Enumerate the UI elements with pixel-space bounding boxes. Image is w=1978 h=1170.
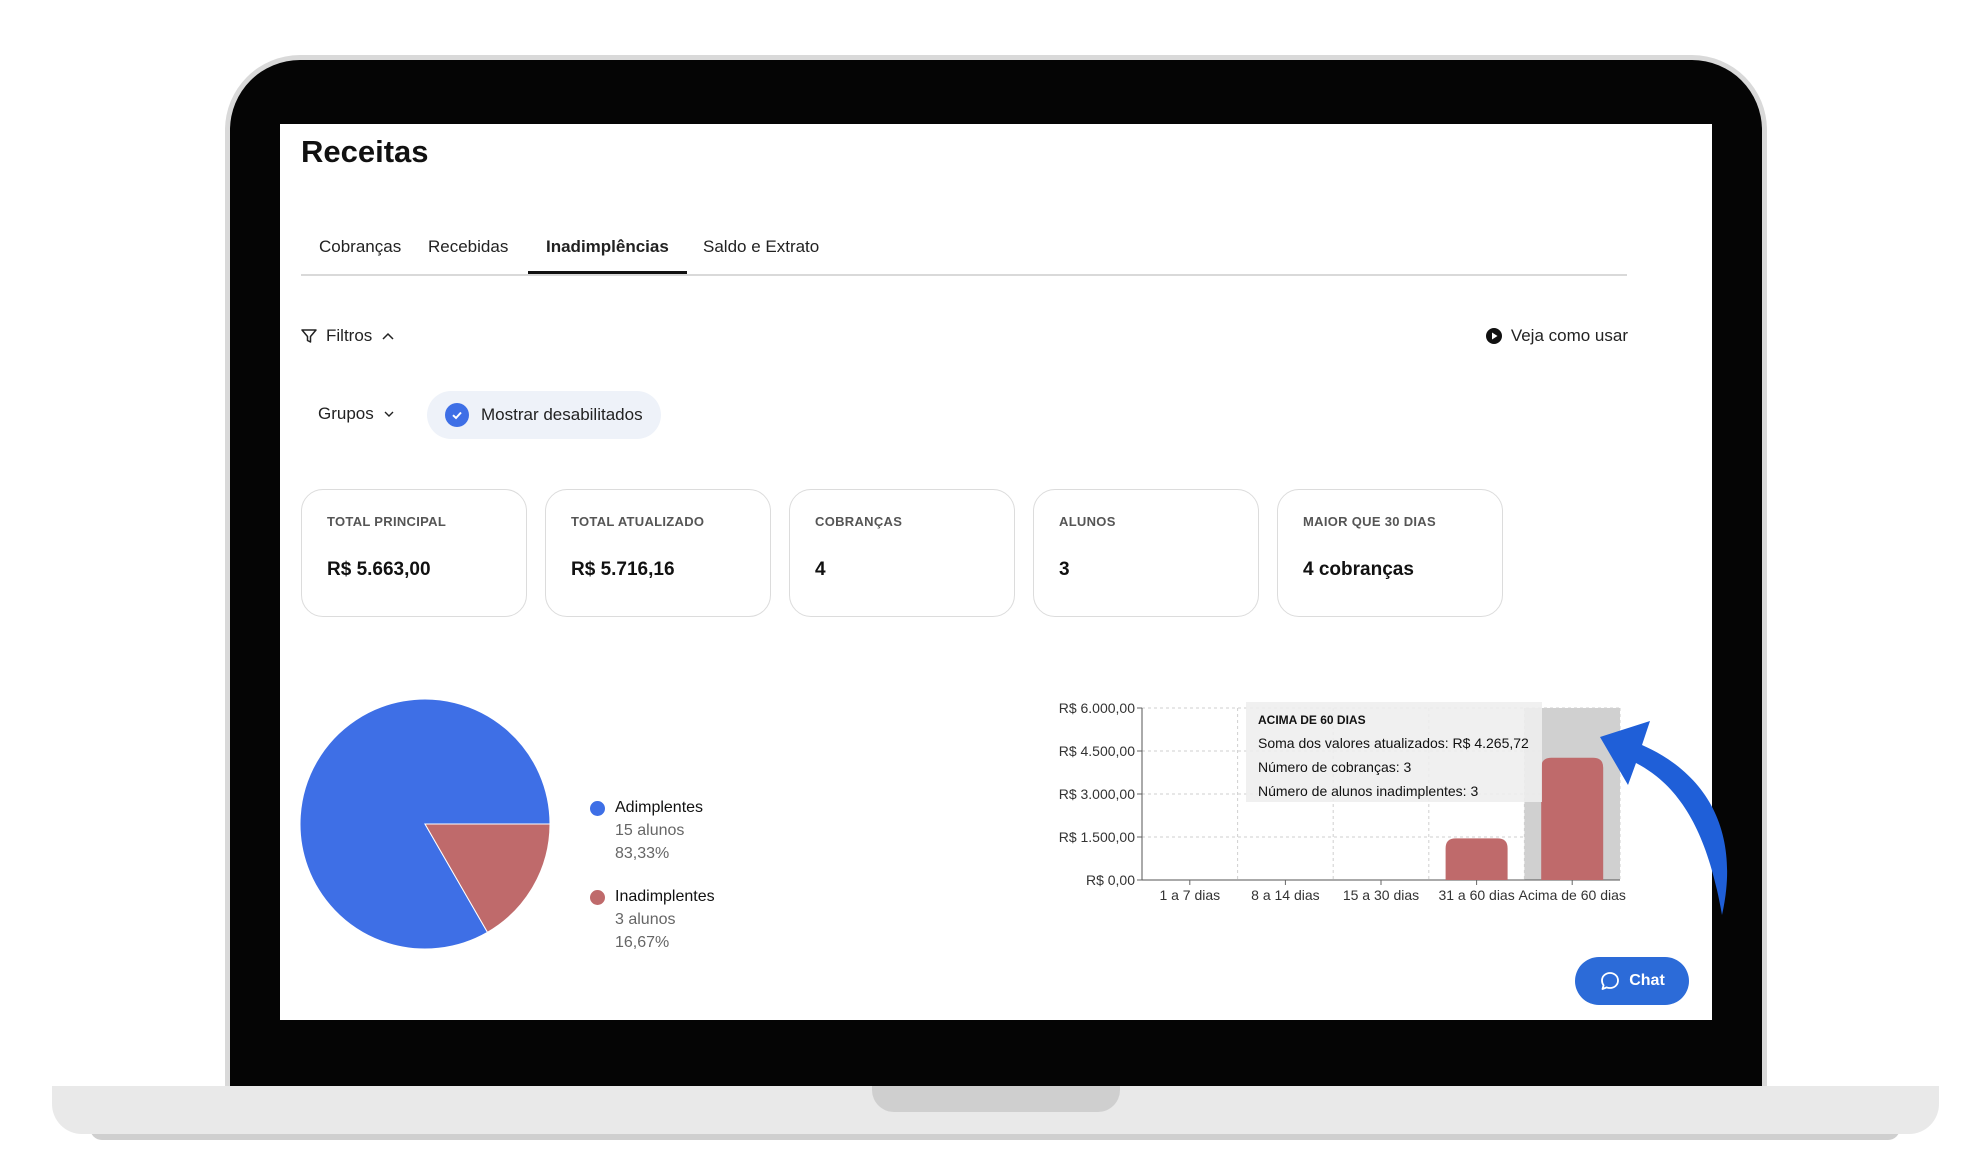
card-label: MAIOR QUE 30 DIAS	[1303, 514, 1436, 529]
show-disabled-label: Mostrar desabilitados	[481, 405, 643, 424]
filter-icon	[301, 329, 317, 343]
groups-label: Grupos	[318, 404, 374, 423]
tooltip-line: Número de alunos inadimplentes: 3	[1258, 783, 1479, 799]
legend-item-adimplentes: Adimplentes 15 alunos 83,33%	[590, 796, 715, 865]
filters-label: Filtros	[326, 326, 373, 345]
chat-label: Chat	[1629, 972, 1665, 989]
tab-cobrancas[interactable]: Cobranças	[301, 230, 419, 274]
y-tick-label: R$ 1.500,00	[1059, 829, 1135, 845]
tooltip-line: Soma dos valores atualizados: R$ 4.265,7…	[1258, 735, 1529, 751]
legend-name: Inadimplentes	[615, 888, 715, 905]
pie-legend: Adimplentes 15 alunos 83,33% Inadimplent…	[590, 796, 715, 974]
card-value: 3	[1059, 559, 1070, 580]
chevron-up-icon	[382, 332, 394, 340]
card-label: TOTAL ATUALIZADO	[571, 514, 705, 529]
legend-percent: 16,67%	[615, 934, 670, 951]
legend-count: 3 alunos	[615, 911, 676, 928]
card-label: TOTAL PRINCIPAL	[327, 514, 447, 529]
help-link-label: Veja como usar	[1510, 326, 1628, 345]
card-label: COBRANÇAS	[815, 514, 903, 529]
tab-recebidas[interactable]: Recebidas	[410, 230, 526, 274]
card-maior-30-dias: MAIOR QUE 30 DIAS 4 cobranças	[1277, 489, 1503, 617]
show-disabled-toggle[interactable]: Mostrar desabilitados	[427, 391, 661, 439]
card-total-principal: TOTAL PRINCIPAL R$ 5.663,00	[301, 489, 527, 617]
chat-button[interactable]: Chat	[1575, 957, 1689, 1005]
pie-chart	[299, 698, 551, 950]
app-screen: Receitas Cobranças Recebidas Inadimplênc…	[280, 124, 1712, 1020]
page-title: Receitas	[301, 134, 429, 169]
legend-dot	[590, 801, 605, 816]
y-tick-label: R$ 3.000,00	[1059, 786, 1135, 802]
laptop-notch	[872, 1086, 1120, 1112]
legend-item-inadimplentes: Inadimplentes 3 alunos 16,67%	[590, 885, 715, 954]
card-cobrancas: COBRANÇAS 4	[789, 489, 1015, 617]
tooltip-line: Número de cobranças: 3	[1258, 759, 1412, 775]
filters-toggle[interactable]: Filtros	[300, 326, 396, 346]
help-link[interactable]: Veja como usar	[1485, 326, 1628, 346]
tooltip-title: ACIMA DE 60 DIAS	[1258, 713, 1366, 727]
y-tick-label: R$ 4.500,00	[1059, 743, 1135, 759]
legend-count: 15 alunos	[615, 822, 685, 839]
card-label: ALUNOS	[1059, 514, 1116, 529]
tab-saldo-extrato[interactable]: Saldo e Extrato	[685, 230, 837, 274]
card-total-atualizado: TOTAL ATUALIZADO R$ 5.716,16	[545, 489, 771, 617]
tab-inadimplencias[interactable]: Inadimplências	[528, 230, 687, 274]
card-value: 4 cobranças	[1303, 559, 1414, 580]
card-value: R$ 5.663,00	[327, 559, 431, 580]
play-circle-icon	[1485, 328, 1502, 344]
tab-bar: Cobranças Recebidas Inadimplências Saldo…	[301, 230, 1627, 276]
card-alunos: ALUNOS 3	[1033, 489, 1259, 617]
x-tick-label: 15 a 30 dias	[1343, 887, 1419, 903]
legend-name: Adimplentes	[615, 799, 704, 816]
x-tick-label: 31 a 60 dias	[1438, 887, 1514, 903]
y-tick-label: R$ 0,00	[1086, 872, 1135, 888]
chevron-down-icon	[384, 411, 394, 417]
curved-arrow-icon	[1600, 721, 1728, 915]
card-value: 4	[815, 559, 826, 580]
x-tick-label: 1 a 7 dias	[1159, 887, 1220, 903]
bar-3	[1445, 838, 1508, 880]
y-tick-label: R$ 6.000,00	[1059, 700, 1135, 716]
groups-dropdown[interactable]: Grupos	[318, 404, 396, 424]
x-tick-label: 8 a 14 dias	[1251, 887, 1320, 903]
legend-percent: 83,33%	[615, 845, 670, 862]
check-icon	[445, 403, 469, 427]
legend-dot	[590, 890, 605, 905]
chat-bubble-icon	[1601, 972, 1620, 990]
chart-tooltip: ACIMA DE 60 DIAS Soma dos valores atuali…	[1246, 702, 1542, 802]
card-value: R$ 5.716,16	[571, 559, 675, 580]
